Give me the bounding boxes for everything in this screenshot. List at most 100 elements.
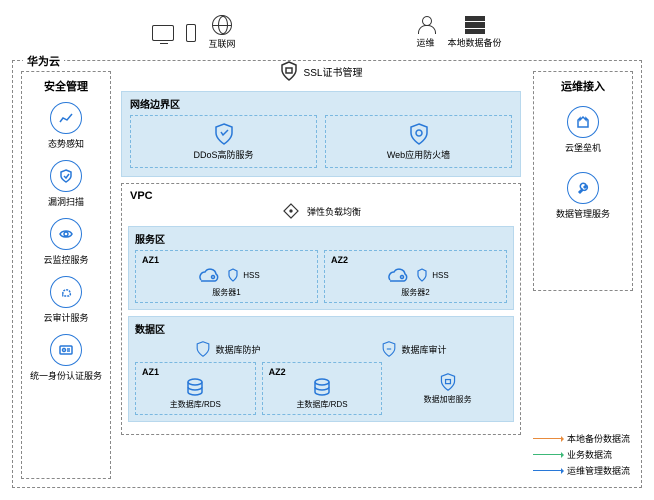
db-audit: 数据库审计 xyxy=(381,340,446,358)
vulnerability-scan: 漏洞扫描 xyxy=(48,160,84,208)
network-edge-zone: 网络边界区 DDoS高防服务 Web应用防火墙 xyxy=(121,91,521,177)
data-az1-label: AZ1 xyxy=(142,367,249,377)
bastion-label: 云堡垒机 xyxy=(565,141,601,154)
service-az2: AZ2 HSS 服务器2 xyxy=(324,250,507,303)
sec-label: 云监控服务 xyxy=(43,253,88,266)
encrypt-label: 数据加密服务 xyxy=(424,394,472,405)
id-card-icon xyxy=(50,334,82,366)
user-icon xyxy=(416,16,436,34)
blue-arrow-icon xyxy=(533,470,563,471)
vpc-zone: VPC 弹性负载均衡 服务区 AZ1 HSS 服务器1 xyxy=(121,183,521,435)
ops-access-title: 运维接入 xyxy=(540,78,626,94)
ddos-label: DDoS高防服务 xyxy=(193,148,253,161)
rds2-db-icon xyxy=(311,377,333,397)
wrench-icon xyxy=(567,172,599,204)
legend-backup: 本地备份数据流 xyxy=(533,432,633,445)
legend-ops-label: 运维管理数据流 xyxy=(567,464,630,477)
legend: 本地备份数据流 业务数据流 运维管理数据流 xyxy=(533,429,633,477)
server2-cloud-icon xyxy=(382,265,412,285)
elb-row: 弹性负载均衡 xyxy=(128,202,514,220)
orange-arrow-icon xyxy=(533,438,563,439)
ops-group: 运维 本地数据备份 xyxy=(416,15,502,50)
audit-cloud-icon xyxy=(50,276,82,308)
server1-cloud-icon xyxy=(193,265,223,285)
ddos-service: DDoS高防服务 xyxy=(130,115,317,168)
legend-ops: 运维管理数据流 xyxy=(533,464,633,477)
legend-business-label: 业务数据流 xyxy=(567,448,612,461)
ssl-shield-icon xyxy=(280,61,298,81)
monitor-icon xyxy=(152,25,174,41)
hss-shield-icon xyxy=(227,268,239,282)
data-az2-label: AZ2 xyxy=(269,367,376,377)
server-icon xyxy=(465,16,485,34)
iam: 统一身份认证服务 xyxy=(30,334,102,382)
db-protection: 数据库防护 xyxy=(195,340,260,358)
cloud-monitor: 云监控服务 xyxy=(43,218,88,266)
cloud-audit: 云审计服务 xyxy=(43,276,88,324)
waf-service: Web应用防火墙 xyxy=(325,115,512,168)
encrypt-shield-icon xyxy=(439,372,457,392)
elb-label: 弹性负载均衡 xyxy=(307,205,361,218)
data-mgmt-service: 数据管理服务 xyxy=(556,172,610,220)
chart-icon xyxy=(50,102,82,134)
waf-label: Web应用防火墙 xyxy=(387,148,450,161)
sec-label: 态势感知 xyxy=(48,137,84,150)
hss-shield-icon xyxy=(416,268,428,282)
ssl-management: SSL证书管理 xyxy=(121,61,521,81)
az2-label: AZ2 xyxy=(331,255,500,265)
db-protect-shield-icon xyxy=(195,340,211,358)
hss-label: HSS xyxy=(432,271,448,280)
vpc-title: VPC xyxy=(130,190,514,202)
data-az1: AZ1 主数据库/RDS xyxy=(135,362,256,415)
ssl-label: SSL证书管理 xyxy=(304,64,363,79)
service-zone: 服务区 AZ1 HSS 服务器1 AZ2 xyxy=(128,226,514,310)
internet-item: 互联网 xyxy=(208,15,235,50)
internet-group: 互联网 xyxy=(152,15,235,50)
scan-shield-icon xyxy=(50,160,82,192)
ops-access-panel: 运维接入 云堡垒机 数据管理服务 xyxy=(533,71,633,291)
rds2-label: 主数据库/RDS xyxy=(269,399,376,410)
db-audit-shield-icon xyxy=(381,340,397,358)
az1-label: AZ1 xyxy=(142,255,311,265)
db-audit-label: 数据库审计 xyxy=(401,343,446,356)
ddos-shield-icon xyxy=(213,122,235,146)
phone-icon xyxy=(186,24,196,42)
green-arrow-icon xyxy=(533,454,563,455)
backup-item: 本地数据备份 xyxy=(448,16,502,49)
elb-icon xyxy=(281,202,301,220)
server2-label: 服务器2 xyxy=(331,287,500,298)
sec-label: 统一身份认证服务 xyxy=(30,369,102,382)
rds1-db-icon xyxy=(184,377,206,397)
hss-label: HSS xyxy=(243,271,259,280)
db-protect-label: 数据库防护 xyxy=(215,343,260,356)
security-items: 态势感知 漏洞扫描 云监控服务 云审计服务 统一身份认证服务 xyxy=(26,102,106,382)
security-management-panel: 安全管理 态势感知 漏洞扫描 云监控服务 云审计服务 统一身份认证服务 xyxy=(21,71,111,479)
service-zone-title: 服务区 xyxy=(135,231,507,246)
data-encrypt: 数据加密服务 xyxy=(388,362,507,415)
data-az2: AZ2 主数据库/RDS xyxy=(262,362,383,415)
situation-awareness: 态势感知 xyxy=(48,102,84,150)
bastion-host: 云堡垒机 xyxy=(565,106,601,154)
legend-backup-label: 本地备份数据流 xyxy=(567,432,630,445)
data-zone-title: 数据区 xyxy=(135,321,507,336)
eye-icon xyxy=(50,218,82,250)
ops-item: 运维 xyxy=(416,16,436,49)
edge-zone-title: 网络边界区 xyxy=(130,96,512,111)
data-zone: 数据区 数据库防护 数据库审计 AZ1 xyxy=(128,316,514,422)
security-mgmt-title: 安全管理 xyxy=(26,78,106,94)
legend-business: 业务数据流 xyxy=(533,448,633,461)
top-external-row: 互联网 运维 本地数据备份 xyxy=(0,15,654,50)
data-mgmt-label: 数据管理服务 xyxy=(556,207,610,220)
bastion-icon xyxy=(567,106,599,138)
rds1-label: 主数据库/RDS xyxy=(142,399,249,410)
server1-label: 服务器1 xyxy=(142,287,311,298)
center-area: SSL证书管理 网络边界区 DDoS高防服务 Web应用防火墙 VPC 弹性负载 xyxy=(121,91,521,479)
huawei-cloud-container: 华为云 安全管理 态势感知 漏洞扫描 云监控服务 云审计服务 统一身份认 xyxy=(12,60,642,488)
huawei-cloud-label: 华为云 xyxy=(23,53,64,69)
service-az1: AZ1 HSS 服务器1 xyxy=(135,250,318,303)
backup-label: 本地数据备份 xyxy=(448,36,502,49)
ops-label: 运维 xyxy=(416,36,434,49)
sec-label: 漏洞扫描 xyxy=(48,195,84,208)
waf-shield-icon xyxy=(408,122,430,146)
globe-icon xyxy=(212,15,232,35)
